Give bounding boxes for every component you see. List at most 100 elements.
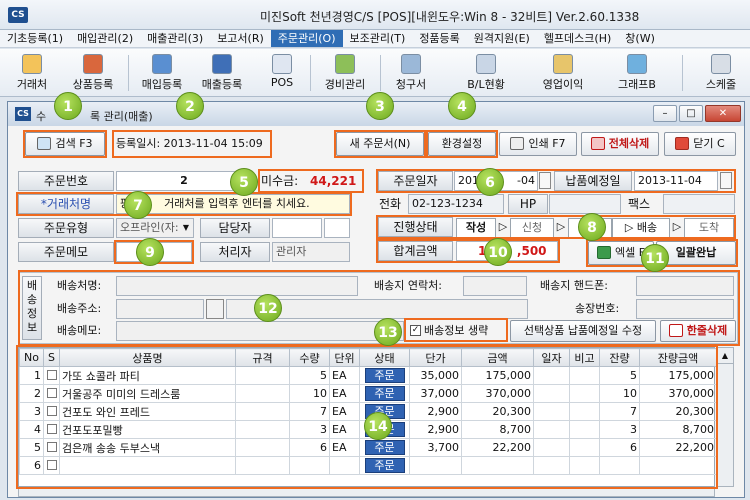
col-header-qty[interactable]: 수량	[289, 348, 330, 367]
progress-step-applied[interactable]: 신청	[510, 218, 554, 238]
phone-field[interactable]: 02-123-1234	[408, 194, 504, 214]
col-header-amount[interactable]: 금액	[461, 348, 534, 367]
change-due-date-button[interactable]: 선택상품 납품예정일 수정	[510, 320, 656, 342]
row-checkbox[interactable]	[46, 442, 57, 452]
toolbar-invoice-button[interactable]: 청구서	[386, 52, 436, 94]
toolbar-product-button[interactable]: 상품등록	[62, 52, 124, 94]
print-button[interactable]: 인쇄 F7	[499, 132, 577, 156]
window-close-button[interactable]: ✕	[705, 105, 741, 122]
menu-item-purchase[interactable]: 매입관리(2)	[70, 30, 140, 47]
row-checkbox[interactable]	[46, 388, 57, 398]
calendar-icon[interactable]	[539, 172, 551, 189]
customer-name-label: *거래처명	[18, 194, 114, 214]
table-row[interactable]: 2 거울공주 미미의 드레스룸 10 EA 주문 37,000 370,000 …	[19, 384, 717, 403]
unpaid-label: 미수금:	[261, 174, 299, 188]
minus-icon	[668, 324, 683, 337]
grid-vertical-scrollbar[interactable]: ▲	[716, 347, 734, 487]
search-button[interactable]: 검색 F3	[25, 132, 105, 156]
col-header-remain[interactable]: 잔량	[599, 348, 640, 367]
col-header-note[interactable]: 비고	[569, 348, 600, 367]
row-checkbox[interactable]	[46, 460, 57, 470]
omit-shipping-checkbox[interactable]: ✓	[410, 325, 421, 336]
window-app-icon: CS	[15, 107, 31, 121]
col-header-unit[interactable]: 단위	[329, 348, 360, 367]
menu-item-sales[interactable]: 매출관리(3)	[140, 30, 210, 47]
col-header-remain-amount[interactable]: 잔량금액	[639, 348, 717, 367]
shipping-memo-field[interactable]	[116, 321, 404, 341]
toolbar-profit-button[interactable]: 영업이익	[534, 52, 592, 94]
shipping-mobile-label: 배송지 핸드폰:	[540, 279, 608, 292]
menu-item-basic[interactable]: 기초등록(1)	[0, 30, 70, 47]
table-row[interactable]: 6 주문	[19, 456, 717, 475]
calendar-icon[interactable]	[720, 172, 732, 189]
settings-button[interactable]: 환경설정	[428, 132, 496, 156]
col-header-date[interactable]: 일자	[533, 348, 570, 367]
toolbar-expense-button[interactable]: 경비관리	[316, 52, 374, 94]
search-icon[interactable]	[206, 299, 224, 319]
shipping-contact-field[interactable]	[463, 276, 527, 296]
hp-field[interactable]	[549, 194, 621, 214]
menu-item-license[interactable]: 정품등록	[412, 30, 466, 47]
due-date-label: 납품예정일	[554, 171, 632, 191]
new-order-button[interactable]: 새 주문서(N)	[336, 132, 424, 156]
scroll-up-icon[interactable]: ▲	[717, 348, 733, 364]
toolbar-sales-button[interactable]: 매출등록	[192, 52, 252, 94]
menu-item-window[interactable]: 창(W)	[618, 30, 662, 47]
status-order-button[interactable]: 주문	[364, 458, 405, 473]
shipping-mobile-field[interactable]	[636, 276, 734, 296]
menu-item-remote[interactable]: 원격지원(E)	[467, 30, 537, 47]
status-order-button[interactable]: 주문	[364, 440, 405, 455]
progress-step-shipping[interactable]: ▷ 배송	[612, 218, 670, 238]
menu-item-aux[interactable]: 보조관리(T)	[343, 30, 413, 47]
maximize-button[interactable]: □	[679, 105, 703, 122]
row-checkbox[interactable]	[46, 370, 57, 380]
toolbar-separator	[128, 55, 129, 91]
table-row[interactable]: 1 가또 쇼콜라 파티 5 EA 주문 35,000 175,000 5 175…	[19, 366, 717, 385]
shipping-zip-field[interactable]	[116, 299, 204, 319]
progress-arrow: ▷	[556, 220, 566, 233]
minimize-button[interactable]: –	[653, 105, 677, 122]
menu-item-helpdesk[interactable]: 헬프데스크(H)	[537, 30, 618, 47]
toolbar-purchase-button[interactable]: 매입등록	[132, 52, 192, 94]
order-date-label: 주문일자	[378, 171, 453, 191]
menu-item-report[interactable]: 보고서(R)	[210, 30, 271, 47]
toolbar-pos-button[interactable]: POS	[262, 52, 302, 94]
shipping-memo-label: 배송메모:	[57, 324, 102, 337]
menu-item-order[interactable]: 주문관리(O)	[270, 30, 343, 47]
marker-3: 3	[366, 92, 394, 120]
invoice-number-field[interactable]	[636, 299, 734, 319]
order-memo-label: 주문메모	[18, 242, 114, 262]
due-date-field[interactable]: 2013-11-04	[634, 171, 718, 191]
col-header-product[interactable]: 상품명	[59, 348, 236, 367]
toolbar-bl-button[interactable]: B/L현황	[456, 52, 516, 94]
table-row[interactable]: 5 검은깨 송송 두부스낵 6 EA 주문 3,700 22,200 6 22,…	[19, 438, 717, 457]
toolbar-schedule-button[interactable]: 스케줄	[696, 52, 746, 94]
status-order-button[interactable]: 주문	[364, 386, 405, 401]
manager-code-field[interactable]	[324, 218, 350, 238]
delete-all-button[interactable]: 전체삭제	[581, 132, 659, 156]
progress-step-written[interactable]: 작성	[456, 218, 496, 238]
row-checkbox[interactable]	[46, 424, 57, 434]
grid-horizontal-scrollbar[interactable]	[18, 487, 715, 497]
toolbar-graph-button[interactable]: 그래프B	[610, 52, 664, 94]
row-checkbox[interactable]	[46, 406, 57, 416]
status-order-button[interactable]: 주문	[364, 368, 405, 383]
chevron-down-icon[interactable]: ▼	[180, 220, 192, 236]
menu-bar: 기초등록(1) 매입관리(2) 매출관리(3) 보고서(R) 주문관리(O) 보…	[0, 30, 750, 48]
col-header-price[interactable]: 단가	[409, 348, 462, 367]
window-title-right: 록 관리(매출)	[90, 110, 153, 123]
fax-field[interactable]	[663, 194, 735, 214]
progress-step-arrived[interactable]: 도착	[684, 218, 734, 238]
col-header-no[interactable]: No	[19, 348, 44, 367]
order-type-label: 주문유형	[18, 218, 114, 238]
col-header-select[interactable]: S	[43, 348, 60, 367]
window-title-left: 수	[36, 110, 47, 123]
shipping-recipient-field[interactable]	[116, 276, 358, 296]
handler-field[interactable]: 관리자	[272, 242, 350, 262]
delete-line-button[interactable]: 한줄삭제	[660, 320, 736, 342]
close-button[interactable]: 닫기 C	[664, 132, 736, 156]
col-header-spec[interactable]: 규격	[235, 348, 290, 367]
toolbar-customer-button[interactable]: 거래처	[10, 52, 54, 94]
col-header-status[interactable]: 상태	[359, 348, 410, 367]
manager-field[interactable]	[272, 218, 322, 238]
